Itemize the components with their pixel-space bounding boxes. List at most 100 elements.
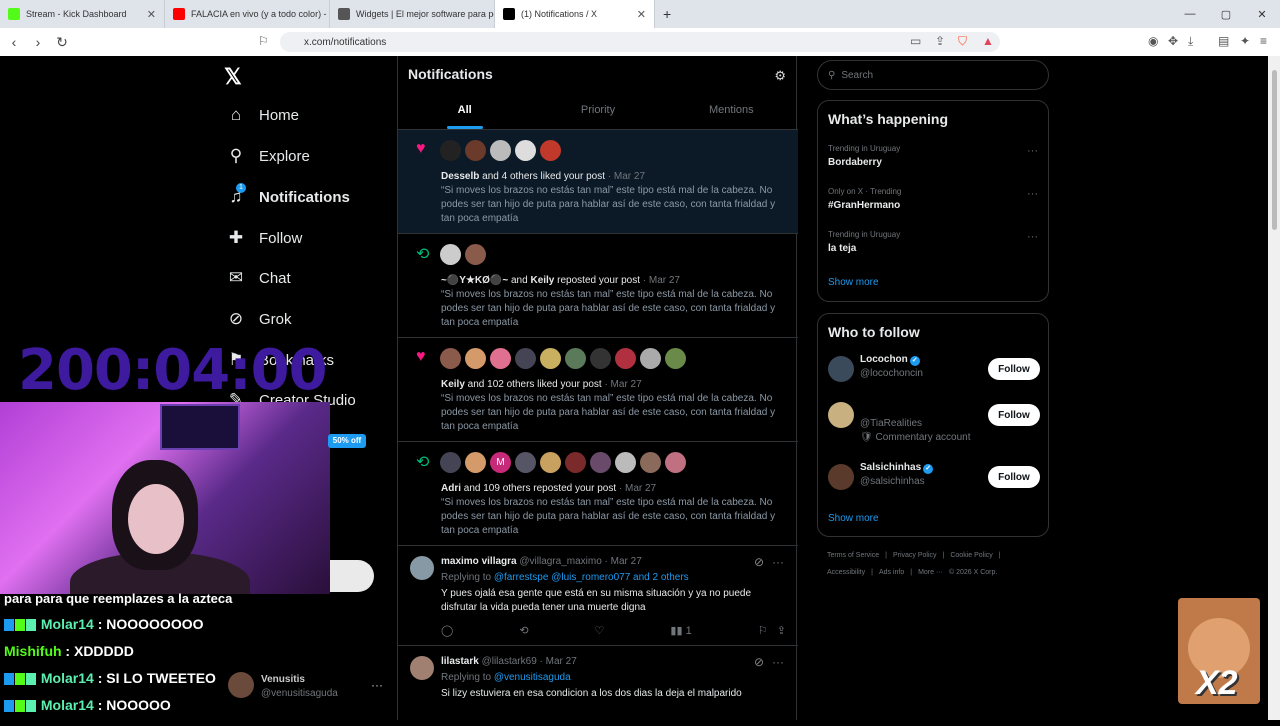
- follow-suggestion[interactable]: @TiaRealities 🛡 Commentary account Follo…: [828, 398, 1040, 448]
- scrollbar[interactable]: [1268, 56, 1280, 720]
- nav-home[interactable]: ⌂ Home: [226, 105, 299, 125]
- show-more-link[interactable]: Show more: [828, 277, 879, 288]
- avatar[interactable]: [410, 556, 434, 580]
- avatar[interactable]: [490, 348, 511, 369]
- follow-button[interactable]: Follow: [988, 404, 1040, 426]
- avatar[interactable]: [828, 402, 854, 428]
- more-icon[interactable]: ···: [1027, 188, 1038, 200]
- url-field[interactable]: x.com/notifications: [280, 32, 1000, 52]
- search-input[interactable]: ⚲ Search: [817, 60, 1049, 90]
- avatar[interactable]: [540, 140, 561, 161]
- bookmark-page-icon[interactable]: ⚐: [258, 34, 269, 48]
- trend-item[interactable]: Trending in Uruguay Bordaberry: [828, 144, 900, 168]
- more-icon[interactable]: ···: [772, 555, 784, 569]
- sidebar-icon[interactable]: ▤: [1218, 34, 1229, 48]
- follow-suggestion[interactable]: Salsichinhas ✓ @salsichinhas Follow: [828, 460, 1040, 496]
- avatar[interactable]: [465, 452, 486, 473]
- avatar[interactable]: [540, 452, 561, 473]
- avatar[interactable]: [565, 348, 586, 369]
- views-icon[interactable]: ▮▮ 1: [670, 624, 691, 637]
- notification-item[interactable]: ⟲ M Adri and 109 others reposted your po…: [398, 442, 798, 546]
- puzzle-icon[interactable]: ✥: [1168, 34, 1178, 48]
- bookmark-icon[interactable]: ⚐ ⇪: [758, 624, 786, 637]
- post-preview[interactable]: “Si moves los brazos no estás tan mal” e…: [441, 184, 789, 226]
- more-icon[interactable]: ···: [1027, 145, 1038, 157]
- avatar[interactable]: [590, 452, 611, 473]
- close-icon[interactable]: ✕: [147, 8, 156, 21]
- avatar[interactable]: [515, 140, 536, 161]
- more-icon[interactable]: ···: [1027, 231, 1038, 243]
- nav-notifications[interactable]: ♫ 1 Notifications: [226, 183, 350, 207]
- more-icon[interactable]: ···: [371, 678, 383, 692]
- avatar[interactable]: [828, 356, 854, 382]
- back-icon[interactable]: ‹: [4, 34, 24, 50]
- extension-icon[interactable]: ◉: [1148, 34, 1158, 48]
- like-icon[interactable]: ♡: [595, 624, 605, 637]
- avatar[interactable]: [490, 140, 511, 161]
- leo-icon[interactable]: ✦: [1240, 34, 1250, 48]
- avatar[interactable]: [590, 348, 611, 369]
- avatar[interactable]: [465, 348, 486, 369]
- reply-post[interactable]: lilastark @lilastark69 · Mar 27 ⊘ ··· Re…: [398, 646, 798, 726]
- tab-mentions[interactable]: Mentions: [665, 100, 798, 129]
- avatar[interactable]: [640, 348, 661, 369]
- avatar[interactable]: [440, 244, 461, 265]
- grok-icon[interactable]: ⊘: [754, 555, 764, 569]
- avatar[interactable]: [440, 140, 461, 161]
- avatar[interactable]: [665, 452, 686, 473]
- avatar[interactable]: [615, 348, 636, 369]
- tab-priority[interactable]: Priority: [531, 100, 664, 129]
- minimize-button[interactable]: —: [1172, 0, 1208, 28]
- post-preview[interactable]: “Si moves los brazos no estás tan mal” e…: [441, 288, 789, 330]
- avatar[interactable]: [465, 244, 486, 265]
- avatar[interactable]: [640, 452, 661, 473]
- post-preview[interactable]: “Si moves los brazos no estás tan mal” e…: [441, 392, 789, 434]
- nav-follow[interactable]: ✚ Follow: [226, 228, 302, 248]
- browser-tab-youtube[interactable]: FALACIA en vivo (y a todo color) - Rı: [165, 0, 330, 28]
- avatar[interactable]: M: [490, 452, 511, 473]
- cast-icon[interactable]: ▭: [910, 34, 921, 48]
- avatar[interactable]: [540, 348, 561, 369]
- browser-tab-kick[interactable]: Stream - Kick Dashboard ✕: [0, 0, 165, 28]
- avatar[interactable]: [410, 656, 434, 680]
- trend-item[interactable]: Trending in Uruguay la teja: [828, 230, 900, 254]
- avatar[interactable]: [615, 452, 636, 473]
- post-preview[interactable]: “Si moves los brazos no estás tan mal” e…: [441, 496, 789, 538]
- forward-icon[interactable]: ›: [28, 34, 48, 50]
- avatar[interactable]: [828, 464, 854, 490]
- browser-tab-widgets[interactable]: Widgets | El mejor software para pot: [330, 0, 495, 28]
- close-window-button[interactable]: ✕: [1244, 0, 1280, 28]
- close-icon[interactable]: ✕: [637, 8, 646, 21]
- notification-item[interactable]: ⟲ ~⚫Y★KØ⚫~ and Keily reposted your post …: [398, 234, 798, 338]
- more-icon[interactable]: ···: [772, 655, 784, 669]
- avatar[interactable]: [665, 348, 686, 369]
- new-tab-button[interactable]: +: [655, 0, 685, 28]
- x-logo-icon[interactable]: 𝕏: [224, 64, 242, 90]
- scrollbar-thumb[interactable]: [1272, 70, 1277, 230]
- avatar[interactable]: [465, 140, 486, 161]
- account-switcher[interactable]: Venusitis @venusitisaguda ···: [228, 672, 388, 704]
- nav-chat[interactable]: ✉ Chat: [226, 268, 291, 288]
- avatar[interactable]: [515, 348, 536, 369]
- rewards-icon[interactable]: ▲: [982, 34, 994, 48]
- reply-icon[interactable]: ◯: [441, 624, 453, 637]
- gear-icon[interactable]: ⚙: [774, 68, 786, 84]
- show-more-link[interactable]: Show more: [828, 513, 879, 524]
- tab-all[interactable]: All: [398, 100, 531, 129]
- premium-sale-badge[interactable]: 50% off: [328, 434, 366, 448]
- grok-icon[interactable]: ⊘: [754, 655, 764, 669]
- download-icon[interactable]: ⤓: [1188, 34, 1193, 49]
- trend-item[interactable]: Only on X · Trending #GranHermano: [828, 187, 901, 211]
- notification-item[interactable]: ♥ Keily and 102 others liked your post ·…: [398, 338, 798, 442]
- avatar[interactable]: [440, 452, 461, 473]
- brave-shield-icon[interactable]: ⛉: [958, 34, 967, 49]
- reply-post[interactable]: maximo villagra @villagra_maximo · Mar 2…: [398, 546, 798, 646]
- repost-icon[interactable]: ⟲: [519, 624, 528, 637]
- follow-suggestion[interactable]: Locochon ✓ @locochoncin Follow: [828, 352, 1040, 388]
- notification-item[interactable]: ♥ Desselb and 4 others liked your post ·…: [398, 130, 798, 234]
- nav-grok[interactable]: ⊘ Grok: [226, 309, 292, 329]
- avatar[interactable]: [515, 452, 536, 473]
- menu-icon[interactable]: ≡: [1260, 34, 1267, 48]
- maximize-button[interactable]: ▢: [1208, 0, 1244, 28]
- nav-explore[interactable]: ⚲ Explore: [226, 146, 310, 166]
